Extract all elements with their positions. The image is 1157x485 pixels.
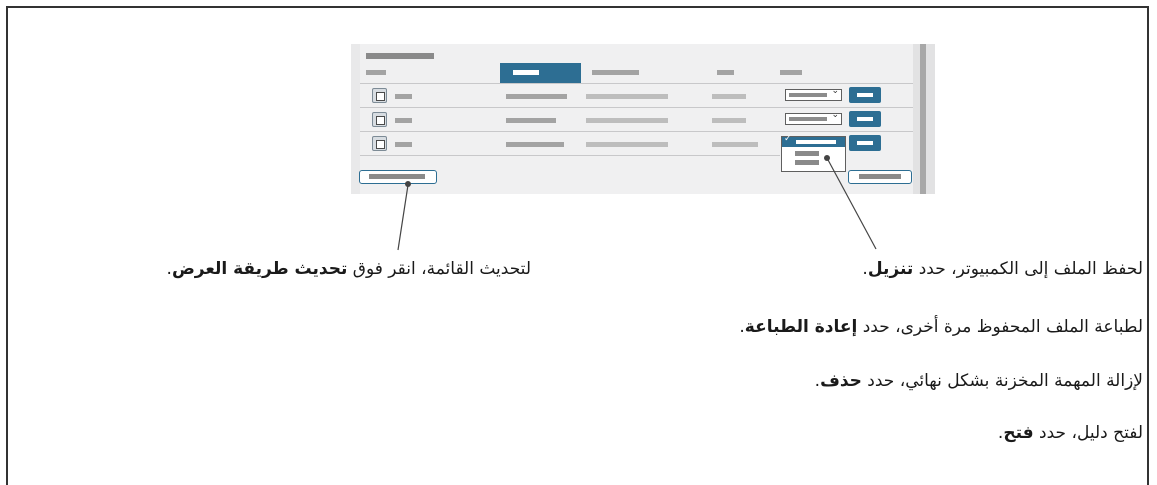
print-job-icon [372,88,387,103]
dropdown-option[interactable] [795,151,819,156]
list-title-placeholder [366,53,434,59]
callout-delete: لإزالة المهمة المخزنة بشكل نهائي، حدد حذ… [814,371,1143,391]
scrollbar-thumb[interactable] [920,44,926,194]
callout-download: لحفظ الملف إلى الكمبيوتر، حدد تنزيل. [862,259,1143,279]
job-size-placeholder [712,94,746,99]
dropdown-option[interactable] [795,160,819,165]
table-row[interactable]: ⌄ [360,84,913,107]
print-job-icon [372,112,387,127]
job-action-select[interactable]: ⌄ [785,110,842,125]
job-action-select[interactable]: ⌄ [785,86,842,101]
job-size-placeholder [712,118,746,123]
column-header-action[interactable] [780,70,802,75]
job-size-placeholder [712,142,758,147]
job-owner-placeholder [506,142,564,147]
job-owner-placeholder [506,118,556,123]
checkmark-icon: ✓ [784,134,792,144]
refresh-view-button[interactable] [359,170,437,184]
column-header-size[interactable] [717,70,734,75]
go-button[interactable] [849,111,881,127]
jobs-list-panel: ⌄ ⌄ ✓ [359,44,913,194]
job-name-placeholder [395,94,412,99]
callout-reprint: لطباعة الملف المحفوظ مرة أخرى، حدد إعادة… [739,317,1143,337]
callout-refresh: لتحديث القائمة، انقر فوق تحديث طريقة الع… [166,259,531,279]
job-name-placeholder [395,118,412,123]
table-row[interactable]: ⌄ [360,108,913,131]
job-name-placeholder [395,142,412,147]
print-job-icon [372,136,387,151]
column-header-sorted[interactable] [500,63,581,83]
go-button[interactable] [849,87,881,103]
column-header-name[interactable] [366,70,386,75]
callout-open: لفتح دليل، حدد فتح. [997,423,1143,443]
job-date-placeholder [586,118,668,123]
divider [360,155,780,156]
chevron-down-icon: ⌄ [831,86,839,96]
job-owner-placeholder [506,94,567,99]
close-button[interactable] [848,170,912,184]
chevron-down-icon: ⌄ [831,110,839,120]
list-scrollbar[interactable] [913,44,935,194]
job-action-dropdown-open[interactable]: ✓ [781,134,846,172]
stored-jobs-screenshot: ⌄ ⌄ ✓ [351,44,935,194]
column-header-details[interactable] [592,70,639,75]
go-button[interactable] [849,135,881,151]
job-date-placeholder [586,94,668,99]
job-date-placeholder [586,142,668,147]
dropdown-option-selected[interactable]: ✓ [782,134,845,147]
